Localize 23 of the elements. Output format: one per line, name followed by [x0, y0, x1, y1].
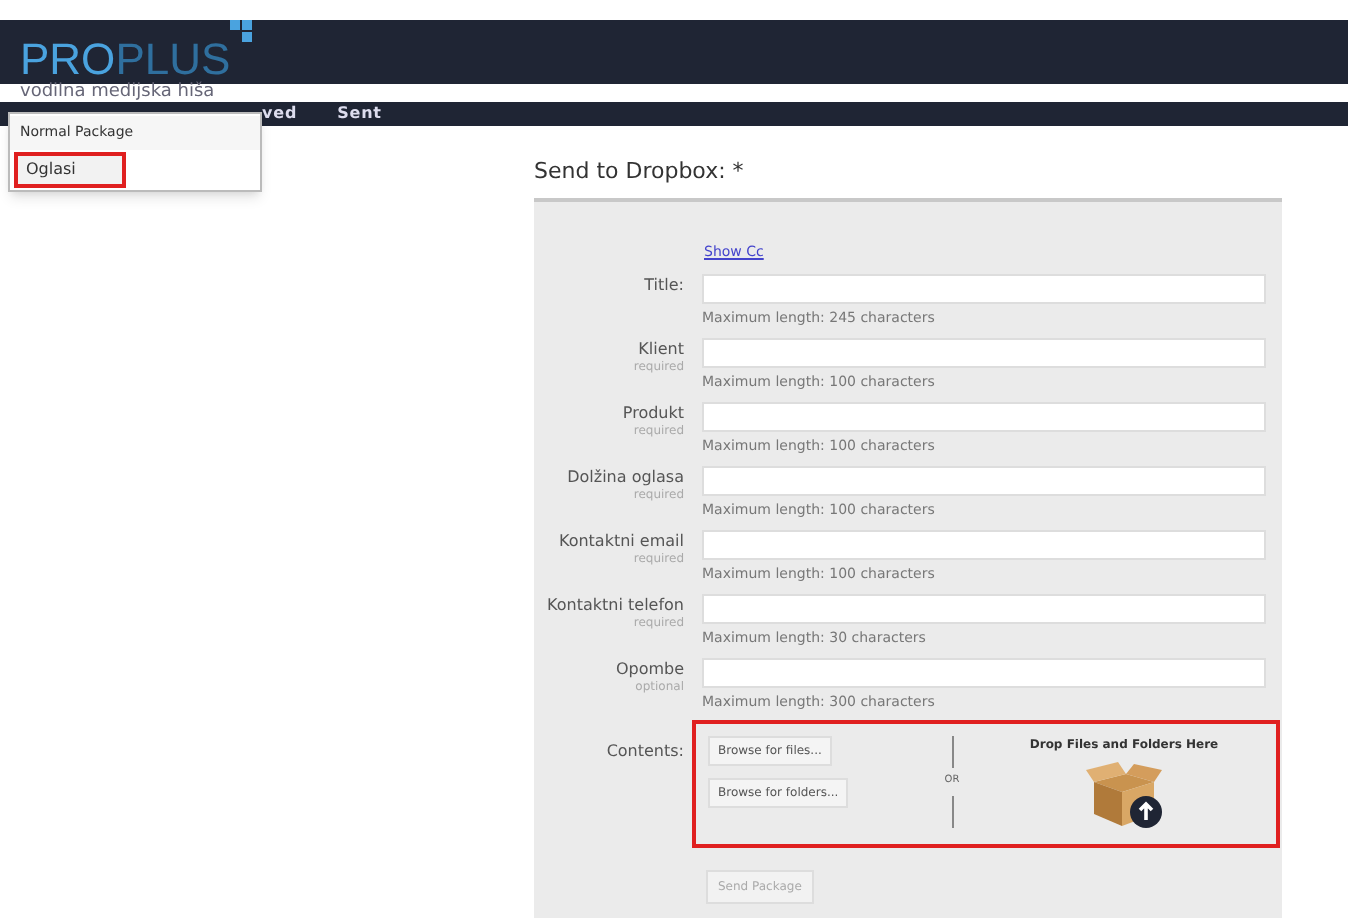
text-field[interactable]	[702, 338, 1266, 368]
text-field[interactable]	[702, 658, 1266, 688]
tagline: vodilna medijska hiša	[18, 84, 217, 102]
text-field[interactable]	[702, 274, 1266, 304]
field-label: Contents:	[606, 740, 684, 764]
box-upload-icon	[1082, 758, 1166, 830]
menu-item[interactable]: Oglasi	[14, 151, 126, 187]
text-field[interactable]	[702, 594, 1266, 624]
text-field[interactable]	[702, 466, 1266, 496]
nav-tab[interactable]: Sent	[337, 102, 382, 126]
logo: PROPLUS	[20, 36, 255, 84]
text-field[interactable]	[702, 530, 1266, 560]
field-label: Opombe	[615, 658, 684, 680]
form-title: Send to Dropbox: *	[534, 156, 746, 188]
squares-icon	[230, 20, 255, 44]
field-label: Title:	[644, 274, 684, 296]
field-label: Produkt	[622, 402, 684, 424]
field-label: Dolžina oglasa	[567, 466, 684, 488]
field-label: Klient	[638, 338, 684, 360]
text-field[interactable]	[702, 402, 1266, 432]
nav-tab[interactable]: ved	[262, 102, 298, 126]
field-label: Kontaktni telefon	[547, 594, 684, 616]
field-label: Kontaktni email	[558, 530, 684, 552]
